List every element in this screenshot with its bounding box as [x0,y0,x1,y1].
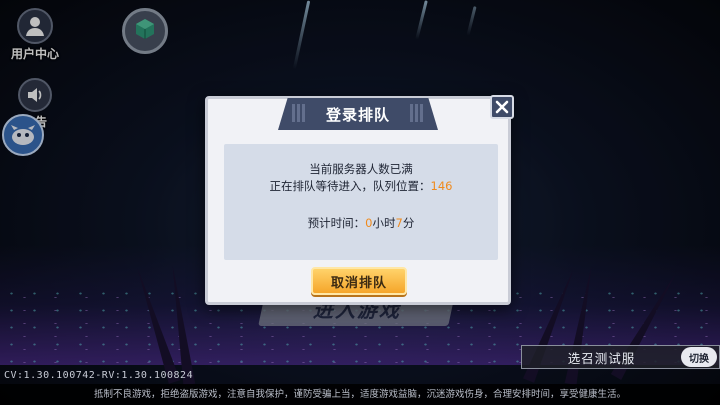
cancel-queue-button[interactable]: 取消排队 [311,267,407,295]
dialog-title: 登录排队 [325,105,390,124]
close-button[interactable] [490,95,514,119]
dialog-header: 登录排队 [278,98,438,130]
close-icon [495,100,509,114]
switch-server-button[interactable]: 切换 [681,347,717,367]
estimated-hours-value: 0 [365,216,373,230]
queue-info-box: 当前服务器人数已满 正在排队等待进入，队列位置：146 预计时间：0小时7分 [224,144,498,260]
minutes-unit: 分 [402,216,415,230]
estimated-minutes-value: 7 [395,216,403,230]
server-selector[interactable]: 选召测试服 切换 [521,345,720,369]
health-notice-footer: 抵制不良游戏，拒绝盗版游戏，注意自我保护，谨防受骗上当，适度游戏益脑，沉迷游戏伤… [0,384,720,405]
estimated-time-line: 预计时间：0小时7分 [224,215,498,232]
queue-position-value: 146 [430,179,453,193]
hours-unit: 小时 [372,216,396,230]
version-text: CV:1.30.100742-RV:1.30.100824 [4,370,194,381]
queue-status-line: 正在排队等待进入，队列位置：146 [224,178,498,195]
server-full-text: 当前服务器人数已满 [309,162,413,176]
server-name: 选召测试服 [567,350,636,366]
switch-label: 切换 [689,353,709,365]
queue-status-text: 正在排队等待进入，队列位置： [269,179,431,193]
cancel-queue-label: 取消排队 [330,275,387,291]
estimated-time-label: 预计时间： [307,216,366,230]
queue-dialog: 登录排队 当前服务器人数已满 正在排队等待进入，队列位置：146 预计时间：0小… [205,95,514,305]
